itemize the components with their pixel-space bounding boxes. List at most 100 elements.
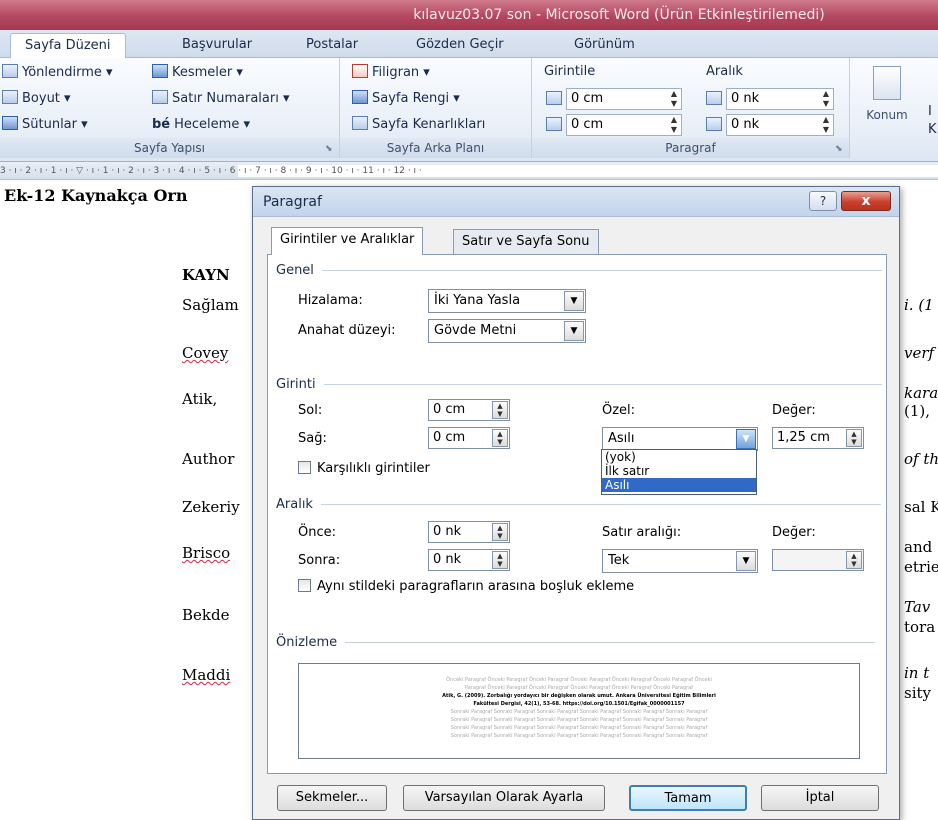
chevron-down-icon[interactable]: ▼ xyxy=(736,429,756,449)
tab-gorunum[interactable]: Görünüm xyxy=(560,33,649,58)
hyphenation-button[interactable]: bé Heceleme ▾ xyxy=(152,114,250,136)
special-indent-select[interactable]: Asılı ▼ xyxy=(602,427,758,451)
tab-postalar[interactable]: Postalar xyxy=(292,33,372,58)
document-line: kara xyxy=(904,384,938,402)
size-icon xyxy=(2,90,18,104)
ribbon-spacing-after-input[interactable]: 0 nk ▲ ▼ xyxy=(726,114,834,136)
indent-left-label: Sol: xyxy=(298,403,323,418)
group-caption-sayfa-arka-plani: Sayfa Arka Planı xyxy=(340,138,531,158)
group-caption-sayfa-yapisi: Sayfa Yapısı xyxy=(0,138,339,158)
group-sayfa-arka-plani: Filigran ▾ Sayfa Rengi ▾ Sayfa Kenarlıkl… xyxy=(340,58,532,158)
watermark-button[interactable]: Filigran ▾ xyxy=(352,62,430,84)
indent-left-input[interactable]: 0 cm ▲ ▼ xyxy=(428,399,510,421)
position-icon xyxy=(873,66,901,100)
indent-right-label: Sağ: xyxy=(298,431,327,446)
option-ilk-satir[interactable]: İlk satır xyxy=(602,464,756,478)
special-indent-options[interactable]: (yok) İlk satır Asılı xyxy=(601,449,757,495)
dialog-titlebar: Paragraf xyxy=(253,187,899,217)
orientation-button[interactable]: Yönlendirme ▾ xyxy=(2,62,113,84)
horizontal-ruler[interactable]: 3 · ı · 2 · ı · 1 · ı · ▽ · ı · 1 · ı · … xyxy=(0,162,938,180)
tab-basvurular[interactable]: Başvurular xyxy=(168,33,266,58)
chevron-down-icon[interactable]: ▼ xyxy=(564,291,584,311)
ribbon-tabs: Sayfa Düzeni Başvurular Postalar Gözden … xyxy=(0,30,938,59)
document-line: i. (1 xyxy=(904,296,934,314)
close-button[interactable]: x xyxy=(841,191,891,211)
spin-arrows-icon[interactable]: ▲ ▼ xyxy=(669,115,679,135)
document-line: Brisco xyxy=(182,544,231,562)
document-line: Atik, xyxy=(182,390,218,408)
indent-by-input[interactable]: 1,25 cm ▲ ▼ xyxy=(772,427,864,449)
chevron-down-icon[interactable]: ▼ xyxy=(564,321,584,341)
spin-arrows-icon[interactable]: ▲ ▼ xyxy=(492,429,508,447)
tab-sayfa-duzeni[interactable]: Sayfa Düzeni xyxy=(10,33,126,59)
position-button[interactable]: Konum xyxy=(856,66,918,122)
indent-label: Girintile xyxy=(544,64,596,79)
section-genel: Genel xyxy=(276,263,882,278)
watermark-icon xyxy=(352,64,368,78)
window-title: kılavuz03.07 son - Microsoft Word (Ürün … xyxy=(413,7,825,23)
outline-level-select[interactable]: Gövde Metni ▼ xyxy=(428,319,586,343)
dialog-tab-panel: Genel Hizalama: İki Yana Yasla ▼ Anahat d… xyxy=(267,254,887,774)
ribbon-spacing-before-input[interactable]: 0 nk ▲ ▼ xyxy=(726,88,834,110)
tab-girintiler-ve-araliklar[interactable]: Girintiler ve Aralıklar xyxy=(271,227,424,255)
tabs-button[interactable]: Sekmeler... xyxy=(277,785,387,811)
cancel-button[interactable]: İptal xyxy=(761,785,879,811)
set-as-default-button[interactable]: Varsayılan Olarak Ayarla xyxy=(403,785,605,811)
ribbon-indent-left-input[interactable]: 0 cm ▲ ▼ xyxy=(566,88,682,110)
spacing-after-input[interactable]: 0 nk ▲ ▼ xyxy=(428,549,510,571)
ribbon-indent-right-input[interactable]: 0 cm ▲ ▼ xyxy=(566,114,682,136)
spin-arrows-icon[interactable]: ▲ ▼ xyxy=(492,401,508,419)
line-numbers-icon xyxy=(152,90,168,104)
line-spacing-select[interactable]: Tek ▼ xyxy=(602,549,758,573)
document-heading: Ek-12 Kaynakça Orn xyxy=(4,186,188,205)
spin-arrows-icon[interactable]: ▲ ▼ xyxy=(846,429,862,447)
document-line: Bekde xyxy=(182,606,230,624)
size-button[interactable]: Boyut ▾ xyxy=(2,88,71,110)
ruler-marks: 3 · ı · 2 · ı · 1 · ı · ▽ · ı · 1 · ı · … xyxy=(0,166,422,176)
paragraph-preview: Önceki Paragraf Önceki Paragraf Önceki P… xyxy=(298,663,860,759)
spin-arrows-icon[interactable]: ▲ ▼ xyxy=(492,523,508,541)
spacing-after-label: Sonra: xyxy=(298,553,341,568)
orientation-icon xyxy=(2,64,18,78)
help-button[interactable]: ? xyxy=(809,191,837,211)
tab-satir-ve-sayfa-sonu[interactable]: Satır ve Sayfa Sonu xyxy=(453,229,599,255)
document-line: Sağlam xyxy=(182,296,239,314)
indent-right-icon xyxy=(546,117,562,131)
option-yok[interactable]: (yok) xyxy=(602,450,756,464)
dialog-launcher-icon[interactable]: ⬊ xyxy=(325,144,335,154)
line-spacing-at-input[interactable]: ▲ ▼ xyxy=(772,549,864,571)
spacing-before-input[interactable]: 0 nk ▲ ▼ xyxy=(428,521,510,543)
indent-by-label: Değer: xyxy=(772,403,816,418)
ok-button[interactable]: Tamam xyxy=(629,785,747,811)
section-girinti: Girinti xyxy=(276,377,882,392)
spin-arrows-icon[interactable]: ▲ ▼ xyxy=(846,551,862,569)
checkbox-icon xyxy=(298,461,311,474)
indent-right-input[interactable]: 0 cm ▲ ▼ xyxy=(428,427,510,449)
spin-arrows-icon[interactable]: ▲ ▼ xyxy=(492,551,508,569)
group-paragraf: Girintile Aralık 0 cm ▲ ▼ 0 cm ▲ ▼ 0 nk ▲ ▼ 0 … xyxy=(532,58,850,158)
breaks-button[interactable]: Kesmeler ▾ xyxy=(152,62,243,84)
columns-icon xyxy=(2,116,18,130)
page-color-button[interactable]: Sayfa Rengi ▾ xyxy=(352,88,460,110)
document-line: (1), xyxy=(904,402,931,420)
option-asili[interactable]: Asılı xyxy=(602,478,756,492)
chevron-down-icon[interactable]: ▼ xyxy=(736,551,756,571)
dont-add-space-checkbox[interactable]: Aynı stildeki paragrafların arasına boşl… xyxy=(298,579,634,594)
document-line: tora xyxy=(904,618,936,636)
spin-arrows-icon[interactable]: ▲ ▼ xyxy=(821,89,831,109)
columns-button[interactable]: Sütunlar ▾ xyxy=(2,114,88,136)
document-line: and xyxy=(904,538,933,556)
spin-arrows-icon[interactable]: ▲ ▼ xyxy=(821,115,831,135)
outline-level-label: Anahat düzeyi: xyxy=(298,323,396,338)
alignment-select[interactable]: İki Yana Yasla ▼ xyxy=(428,289,586,313)
mirror-indents-checkbox[interactable]: Karşılıklı girintiler xyxy=(298,461,430,476)
spin-arrows-icon[interactable]: ▲ ▼ xyxy=(669,89,679,109)
section-onizleme: Önizleme xyxy=(276,635,876,650)
line-numbers-button[interactable]: Satır Numaraları ▾ xyxy=(152,88,290,110)
checkbox-icon xyxy=(298,579,311,592)
hyphenation-icon: bé xyxy=(152,117,171,132)
tab-gozden-gecir[interactable]: Gözden Geçir xyxy=(402,33,518,58)
dialog-launcher-icon[interactable]: ⬊ xyxy=(835,144,845,154)
page-borders-button[interactable]: Sayfa Kenarlıkları xyxy=(352,114,485,136)
indent-left-icon xyxy=(546,91,562,105)
